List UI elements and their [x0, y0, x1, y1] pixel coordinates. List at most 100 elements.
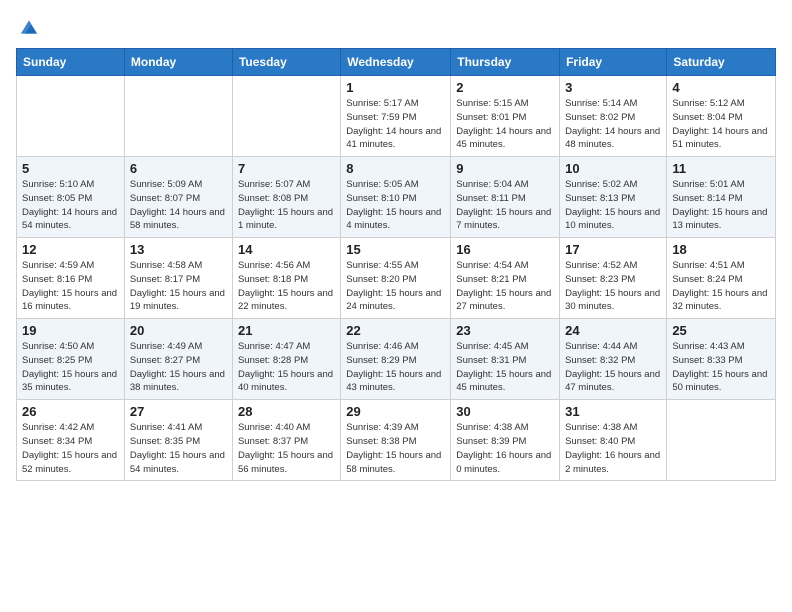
weekday-header-wednesday: Wednesday — [341, 49, 451, 76]
weekday-header-row: SundayMondayTuesdayWednesdayThursdayFrid… — [17, 49, 776, 76]
day-cell: 25 Sunrise: 4:43 AMSunset: 8:33 PMDayligh… — [667, 319, 776, 400]
day-info: Sunrise: 4:42 AMSunset: 8:34 PMDaylight:… — [22, 421, 119, 476]
day-cell: 22 Sunrise: 4:46 AMSunset: 8:29 PMDayligh… — [341, 319, 451, 400]
day-cell — [17, 76, 125, 157]
day-info: Sunrise: 5:12 AMSunset: 8:04 PMDaylight:… — [672, 97, 770, 152]
day-cell: 10 Sunrise: 5:02 AMSunset: 8:13 PMDayligh… — [560, 157, 667, 238]
day-number: 18 — [672, 242, 770, 257]
day-cell: 13 Sunrise: 4:58 AMSunset: 8:17 PMDayligh… — [124, 238, 232, 319]
weekday-header-sunday: Sunday — [17, 49, 125, 76]
weekday-header-friday: Friday — [560, 49, 667, 76]
day-cell — [232, 76, 340, 157]
day-cell — [124, 76, 232, 157]
day-cell: 2 Sunrise: 5:15 AMSunset: 8:01 PMDaylight… — [451, 76, 560, 157]
week-row-5: 26Sunrise: 4:42 AMSunset: 8:34 PMDayligh… — [17, 400, 776, 481]
day-info: Sunrise: 4:46 AMSunset: 8:29 PMDaylight:… — [346, 340, 445, 395]
week-row-3: 12 Sunrise: 4:59 AMSunset: 8:16 PMDayligh… — [17, 238, 776, 319]
day-cell: 3 Sunrise: 5:14 AMSunset: 8:02 PMDaylight… — [560, 76, 667, 157]
day-number: 30 — [456, 404, 554, 419]
day-info: Sunrise: 4:38 AMSunset: 8:40 PMDaylight:… — [565, 421, 661, 476]
day-info: Sunrise: 5:05 AMSunset: 8:10 PMDaylight:… — [346, 178, 445, 233]
day-info: Sunrise: 4:41 AMSunset: 8:35 PMDaylight:… — [130, 421, 227, 476]
day-cell: 20Sunrise: 4:49 AMSunset: 8:27 PMDayligh… — [124, 319, 232, 400]
day-info: Sunrise: 4:55 AMSunset: 8:20 PMDaylight:… — [346, 259, 445, 314]
day-info: Sunrise: 4:56 AMSunset: 8:18 PMDaylight:… — [238, 259, 335, 314]
weekday-header-thursday: Thursday — [451, 49, 560, 76]
day-cell: 27 Sunrise: 4:41 AMSunset: 8:35 PMDayligh… — [124, 400, 232, 481]
day-cell: 9Sunrise: 5:04 AMSunset: 8:11 PMDaylight… — [451, 157, 560, 238]
day-cell: 30 Sunrise: 4:38 AMSunset: 8:39 PMDayligh… — [451, 400, 560, 481]
day-number: 31 — [565, 404, 661, 419]
logo-icon — [18, 16, 40, 38]
day-cell: 17 Sunrise: 4:52 AMSunset: 8:23 PMDayligh… — [560, 238, 667, 319]
day-info: Sunrise: 5:14 AMSunset: 8:02 PMDaylight:… — [565, 97, 661, 152]
day-number: 29 — [346, 404, 445, 419]
day-info: Sunrise: 5:17 AMSunset: 7:59 PMDaylight:… — [346, 97, 445, 152]
day-number: 15 — [346, 242, 445, 257]
day-cell: 7 Sunrise: 5:07 AMSunset: 8:08 PMDaylight… — [232, 157, 340, 238]
day-cell — [667, 400, 776, 481]
day-info: Sunrise: 5:15 AMSunset: 8:01 PMDaylight:… — [456, 97, 554, 152]
day-info: Sunrise: 4:59 AMSunset: 8:16 PMDaylight:… — [22, 259, 119, 314]
day-number: 20 — [130, 323, 227, 338]
day-cell: 23 Sunrise: 4:45 AMSunset: 8:31 PMDayligh… — [451, 319, 560, 400]
day-info: Sunrise: 5:10 AMSunset: 8:05 PMDaylight:… — [22, 178, 119, 233]
day-number: 14 — [238, 242, 335, 257]
day-number: 3 — [565, 80, 661, 95]
day-number: 2 — [456, 80, 554, 95]
day-cell: 31 Sunrise: 4:38 AMSunset: 8:40 PMDayligh… — [560, 400, 667, 481]
day-number: 22 — [346, 323, 445, 338]
day-info: Sunrise: 4:54 AMSunset: 8:21 PMDaylight:… — [456, 259, 554, 314]
day-info: Sunrise: 5:09 AMSunset: 8:07 PMDaylight:… — [130, 178, 227, 233]
day-info: Sunrise: 5:01 AMSunset: 8:14 PMDaylight:… — [672, 178, 770, 233]
day-number: 17 — [565, 242, 661, 257]
day-number: 21 — [238, 323, 335, 338]
day-info: Sunrise: 4:38 AMSunset: 8:39 PMDaylight:… — [456, 421, 554, 476]
day-number: 10 — [565, 161, 661, 176]
day-info: Sunrise: 4:58 AMSunset: 8:17 PMDaylight:… — [130, 259, 227, 314]
day-number: 23 — [456, 323, 554, 338]
day-number: 9 — [456, 161, 554, 176]
day-info: Sunrise: 4:52 AMSunset: 8:23 PMDaylight:… — [565, 259, 661, 314]
day-cell: 19Sunrise: 4:50 AMSunset: 8:25 PMDayligh… — [17, 319, 125, 400]
day-number: 13 — [130, 242, 227, 257]
day-number: 12 — [22, 242, 119, 257]
day-cell: 6 Sunrise: 5:09 AMSunset: 8:07 PMDaylight… — [124, 157, 232, 238]
day-cell: 21 Sunrise: 4:47 AMSunset: 8:28 PMDayligh… — [232, 319, 340, 400]
day-number: 27 — [130, 404, 227, 419]
day-info: Sunrise: 4:39 AMSunset: 8:38 PMDaylight:… — [346, 421, 445, 476]
day-info: Sunrise: 5:07 AMSunset: 8:08 PMDaylight:… — [238, 178, 335, 233]
calendar-page: SundayMondayTuesdayWednesdayThursdayFrid… — [0, 0, 792, 612]
day-cell: 14 Sunrise: 4:56 AMSunset: 8:18 PMDayligh… — [232, 238, 340, 319]
week-row-4: 19Sunrise: 4:50 AMSunset: 8:25 PMDayligh… — [17, 319, 776, 400]
day-info: Sunrise: 4:40 AMSunset: 8:37 PMDaylight:… — [238, 421, 335, 476]
day-number: 28 — [238, 404, 335, 419]
day-cell: 11 Sunrise: 5:01 AMSunset: 8:14 PMDayligh… — [667, 157, 776, 238]
day-number: 8 — [346, 161, 445, 176]
day-number: 24 — [565, 323, 661, 338]
day-info: Sunrise: 4:51 AMSunset: 8:24 PMDaylight:… — [672, 259, 770, 314]
day-cell: 5 Sunrise: 5:10 AMSunset: 8:05 PMDaylight… — [17, 157, 125, 238]
day-number: 1 — [346, 80, 445, 95]
day-cell: 18 Sunrise: 4:51 AMSunset: 8:24 PMDayligh… — [667, 238, 776, 319]
day-info: Sunrise: 4:44 AMSunset: 8:32 PMDaylight:… — [565, 340, 661, 395]
day-number: 7 — [238, 161, 335, 176]
calendar-table: SundayMondayTuesdayWednesdayThursdayFrid… — [16, 48, 776, 481]
week-row-2: 5 Sunrise: 5:10 AMSunset: 8:05 PMDaylight… — [17, 157, 776, 238]
day-number: 11 — [672, 161, 770, 176]
day-number: 19 — [22, 323, 119, 338]
day-cell: 15 Sunrise: 4:55 AMSunset: 8:20 PMDayligh… — [341, 238, 451, 319]
day-number: 6 — [130, 161, 227, 176]
day-cell: 4Sunrise: 5:12 AMSunset: 8:04 PMDaylight… — [667, 76, 776, 157]
weekday-header-monday: Monday — [124, 49, 232, 76]
day-info: Sunrise: 4:47 AMSunset: 8:28 PMDaylight:… — [238, 340, 335, 395]
day-info: Sunrise: 4:43 AMSunset: 8:33 PMDaylight:… — [672, 340, 770, 395]
weekday-header-tuesday: Tuesday — [232, 49, 340, 76]
day-info: Sunrise: 4:45 AMSunset: 8:31 PMDaylight:… — [456, 340, 554, 395]
day-number: 5 — [22, 161, 119, 176]
weekday-header-saturday: Saturday — [667, 49, 776, 76]
day-info: Sunrise: 5:02 AMSunset: 8:13 PMDaylight:… — [565, 178, 661, 233]
day-number: 25 — [672, 323, 770, 338]
day-cell: 24 Sunrise: 4:44 AMSunset: 8:32 PMDayligh… — [560, 319, 667, 400]
day-number: 16 — [456, 242, 554, 257]
